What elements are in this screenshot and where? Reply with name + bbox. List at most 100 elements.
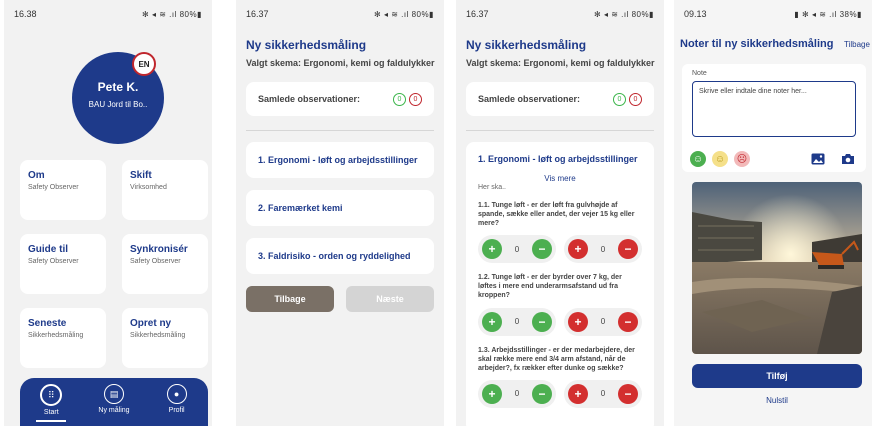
section-title: 1. Ergonomi - løft og arbejdsstillinger bbox=[478, 154, 638, 164]
negative-value: 0 bbox=[600, 317, 606, 327]
tile-subtitle: Sikkerhedsmåling bbox=[28, 332, 84, 339]
positive-stepper: + 0 − bbox=[478, 235, 556, 264]
observations-summary: Samlede observationer: 0 0 bbox=[246, 82, 434, 116]
camera-icon[interactable] bbox=[838, 149, 858, 169]
home-screen: 16.38 ✻ ◂ ≋ .ıl 80%▮ Pete K. BAU Jord ti… bbox=[4, 0, 212, 426]
image-icon[interactable] bbox=[808, 149, 828, 169]
plus-icon[interactable]: + bbox=[482, 239, 502, 260]
tile-title: Skift bbox=[130, 170, 152, 181]
plus-icon[interactable]: + bbox=[482, 311, 502, 332]
tile-about[interactable]: Om Safety Observer bbox=[20, 160, 106, 220]
positive-stepper: + 0 − bbox=[478, 379, 556, 408]
negative-count: 0 bbox=[409, 92, 422, 106]
reset-link[interactable]: Nulstil bbox=[692, 396, 862, 405]
negative-value: 0 bbox=[600, 244, 606, 254]
positive-value: 0 bbox=[514, 389, 520, 399]
schema-label: Valgt skema: Ergonomi, kemi og faldulykk… bbox=[466, 58, 655, 68]
minus-icon[interactable]: − bbox=[617, 239, 638, 260]
nav-label: Profil bbox=[168, 407, 185, 414]
status-bar: 16.37 ✻ ◂ ≋ .ıl 80%▮ bbox=[236, 0, 444, 28]
negative-stepper: + 0 − bbox=[564, 379, 642, 408]
status-bar: 16.37 ✻ ◂ ≋ .ıl 80%▮ bbox=[456, 0, 664, 28]
divider bbox=[246, 130, 434, 131]
tile-subtitle: Safety Observer bbox=[28, 258, 79, 265]
minus-icon[interactable]: − bbox=[617, 383, 638, 404]
language-badge[interactable]: EN bbox=[132, 52, 156, 76]
positive-count: 0 bbox=[393, 92, 406, 106]
category-ergonomics[interactable]: 1. Ergonomi - løft og arbejdsstillinger bbox=[246, 142, 434, 178]
minus-icon[interactable]: − bbox=[531, 311, 552, 332]
show-more-link[interactable]: Vis mere bbox=[478, 174, 642, 183]
minus-icon[interactable]: − bbox=[531, 239, 552, 260]
clipboard-icon: ▤ bbox=[103, 384, 124, 404]
status-bar: 09.13 ▮ ✻ ◂ ≋ .ıl 38%▮ bbox=[674, 0, 872, 28]
nav-new-measurement[interactable]: ▤ Ny måling bbox=[89, 384, 139, 414]
positive-value: 0 bbox=[514, 244, 520, 254]
nav-profile[interactable]: ● Profil bbox=[152, 384, 202, 414]
nav-start[interactable]: ⠿ Start bbox=[26, 384, 76, 422]
back-link[interactable]: Tilbage bbox=[844, 40, 870, 49]
user-icon: ● bbox=[166, 384, 187, 404]
negative-count: 0 bbox=[629, 92, 642, 106]
tile-subtitle: Sikkerhedsmåling bbox=[130, 332, 186, 339]
plus-icon[interactable]: + bbox=[568, 239, 588, 260]
back-button[interactable]: Tilbage bbox=[246, 286, 334, 312]
nav-label: Ny måling bbox=[98, 407, 130, 414]
tile-latest[interactable]: Seneste Sikkerhedsmåling bbox=[20, 308, 106, 368]
happy-face-icon[interactable]: ☺ bbox=[690, 151, 706, 167]
vote-row: + 0 − + 0 − bbox=[478, 235, 642, 264]
status-time: 09.13 bbox=[684, 9, 707, 19]
plus-icon[interactable]: + bbox=[568, 383, 588, 404]
question-text: 1.3. Arbejdsstillinger - er der medarbej… bbox=[478, 346, 635, 372]
tile-title: Om bbox=[28, 170, 45, 181]
tile-title: Opret ny bbox=[130, 318, 172, 329]
positive-stepper: + 0 − bbox=[478, 307, 556, 336]
status-time: 16.38 bbox=[14, 9, 37, 19]
section-preview: Her ska.. bbox=[478, 184, 507, 191]
plus-icon[interactable]: + bbox=[568, 311, 588, 332]
question-text: 1.1. Tunge løft - er der løft fra gulvhø… bbox=[478, 202, 635, 228]
nav-label: Start bbox=[43, 409, 59, 416]
tile-create-new[interactable]: Opret ny Sikkerhedsmåling bbox=[122, 308, 208, 368]
page-title: Ny sikkerhedsmåling bbox=[246, 38, 367, 52]
minus-icon[interactable]: − bbox=[617, 311, 638, 332]
profile-unit: BAU Jord til Bo.. bbox=[88, 100, 148, 109]
page-title: Noter til ny sikkerhedsmåling bbox=[680, 38, 834, 50]
tile-title: Synkronisér bbox=[130, 244, 188, 255]
status-icons: ✻ ◂ ≋ .ıl 80%▮ bbox=[142, 9, 202, 19]
observations-summary: Samlede observationer: 0 0 bbox=[466, 82, 654, 116]
note-input[interactable]: Skrive eller indtale dine noter her... bbox=[692, 81, 856, 137]
tile-subtitle: Safety Observer bbox=[130, 258, 181, 265]
tile-subtitle: Safety Observer bbox=[28, 184, 79, 191]
add-button[interactable]: Tilføj bbox=[692, 364, 862, 388]
sad-face-icon[interactable]: ☹ bbox=[734, 151, 750, 167]
neutral-face-icon[interactable]: ☺ bbox=[712, 151, 728, 167]
minus-icon[interactable]: − bbox=[531, 383, 552, 404]
grid-icon: ⠿ bbox=[40, 384, 63, 406]
plus-icon[interactable]: + bbox=[482, 383, 502, 404]
question-text: 1.2. Tunge løft - er der byrder over 7 k… bbox=[478, 274, 622, 300]
tile-switch[interactable]: Skift Virksomhed bbox=[122, 160, 208, 220]
status-icons: ▮ ✻ ◂ ≋ .ıl 38%▮ bbox=[794, 9, 862, 19]
negative-stepper: + 0 − bbox=[564, 235, 642, 264]
vote-row: + 0 − + 0 − bbox=[478, 379, 642, 408]
ergonomics-screen: 16.37 ✻ ◂ ≋ .ıl 80%▮ Ny sikkerhedsmåling… bbox=[456, 0, 664, 426]
next-button[interactable]: Næste bbox=[346, 286, 434, 312]
status-time: 16.37 bbox=[246, 9, 269, 19]
status-time: 16.37 bbox=[466, 9, 489, 19]
status-icons: ✻ ◂ ≋ .ıl 80%▮ bbox=[374, 9, 434, 19]
category-chemicals[interactable]: 2. Faremærket kemi bbox=[246, 190, 434, 226]
category-fall-risk[interactable]: 3. Faldrisiko - orden og ryddelighed bbox=[246, 238, 434, 274]
page-title: Ny sikkerhedsmåling bbox=[466, 38, 587, 52]
notes-screen: 09.13 ▮ ✻ ◂ ≋ .ıl 38%▮ Noter til ny sikk… bbox=[674, 0, 872, 426]
tile-guide[interactable]: Guide til Safety Observer bbox=[20, 234, 106, 294]
observations-label: Samlede observationer: bbox=[478, 94, 581, 104]
vote-row: + 0 − + 0 − bbox=[478, 307, 642, 336]
profile-name: Pete K. bbox=[97, 80, 139, 94]
negative-value: 0 bbox=[600, 389, 606, 399]
status-icons: ✻ ◂ ≋ .ıl 80%▮ bbox=[594, 9, 654, 19]
note-label: Note bbox=[692, 70, 707, 77]
mood-toolbar: ☺ ☺ ☹ bbox=[682, 146, 866, 172]
tile-sync[interactable]: Synkronisér Safety Observer bbox=[122, 234, 208, 294]
new-measurement-screen: 16.37 ✻ ◂ ≋ .ıl 80%▮ Ny sikkerhedsmåling… bbox=[236, 0, 444, 426]
